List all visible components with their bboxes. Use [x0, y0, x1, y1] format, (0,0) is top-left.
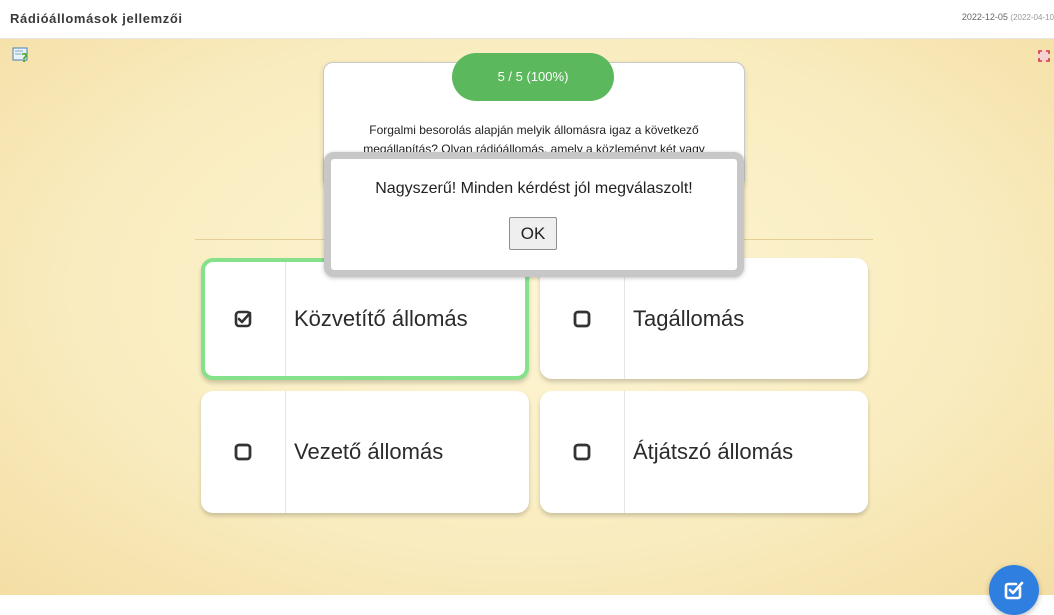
option-atjatszo-allomas[interactable]: Átjátszó állomás [540, 391, 868, 513]
svg-text:?: ? [21, 51, 28, 63]
help-question-icon[interactable]: ? [12, 47, 30, 65]
option-vezeto-allomas[interactable]: Vezető állomás [201, 391, 529, 513]
option-checkbox-cell [205, 262, 286, 376]
dialog-message: Nagyszerű! Minden kérdést jól megválaszo… [375, 180, 693, 197]
unchecked-square-icon [573, 443, 591, 461]
unchecked-square-icon [573, 310, 591, 328]
option-label: Átjátszó állomás [633, 439, 794, 464]
checked-square-icon [234, 310, 252, 328]
page-header: Rádióállomások jellemzői 2022-12-05 (202… [0, 0, 1054, 39]
progress-badge: 5 / 5 (100%) [452, 53, 614, 101]
date-secondary: (2022-04-10 [1010, 13, 1054, 22]
unchecked-square-icon [234, 443, 252, 461]
quiz-stage: ? 5 / 5 (100%) Forgalmi besorolás alapjá… [0, 39, 1054, 615]
option-checkbox-cell [540, 391, 625, 513]
ok-button[interactable]: OK [509, 217, 557, 250]
fullscreen-icon[interactable] [1038, 49, 1050, 62]
option-label: Vezető állomás [294, 439, 444, 464]
option-checkbox-cell [201, 391, 286, 513]
date-stamp: 2022-12-05 (2022-04-10 [962, 12, 1054, 22]
check-square-icon [1004, 581, 1024, 600]
page-title: Rádióállomások jellemzői [10, 11, 183, 26]
date-primary: 2022-12-05 [961, 12, 1008, 22]
submit-answer-button[interactable] [989, 565, 1039, 615]
result-dialog: Nagyszerű! Minden kérdést jól megválaszo… [324, 152, 744, 277]
option-label: Tagállomás [633, 305, 745, 331]
option-label: Közvetítő állomás [294, 306, 468, 331]
